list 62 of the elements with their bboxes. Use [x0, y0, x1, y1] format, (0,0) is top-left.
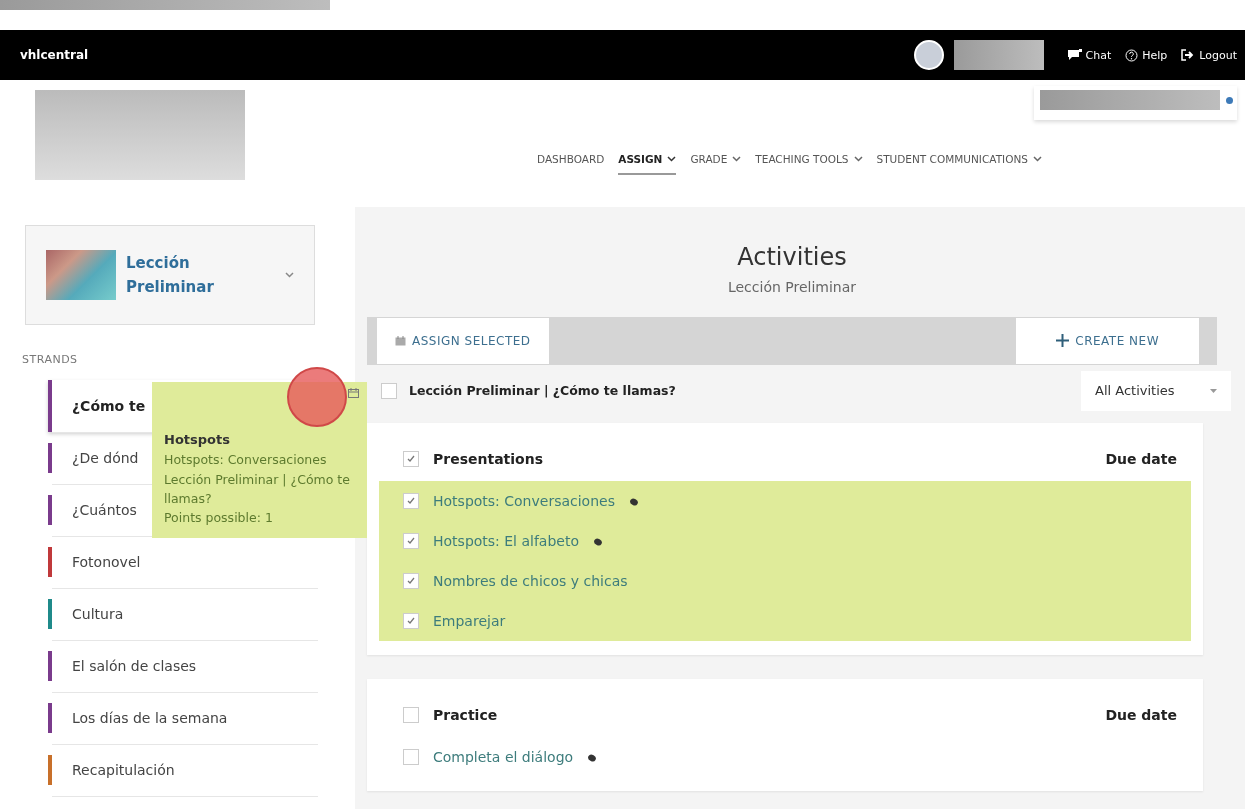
- plus-icon: [1056, 334, 1070, 348]
- logout-icon: [1181, 49, 1196, 61]
- activity-filter-dropdown[interactable]: All Activities: [1081, 370, 1231, 411]
- checkbox[interactable]: [403, 533, 419, 549]
- strand-item[interactable]: Recapitulación: [48, 744, 318, 796]
- chevron-down-icon: [285, 272, 294, 278]
- top-link[interactable]: Chat: [1065, 48, 1114, 62]
- calendar-icon: [395, 335, 406, 346]
- activity-link[interactable]: Completa el diálogo: [433, 749, 574, 765]
- column-header: Due date: [1105, 707, 1177, 723]
- lesson-picker[interactable]: Lección Preliminar: [25, 225, 315, 325]
- checkbox[interactable]: [403, 707, 419, 723]
- nav-tab[interactable]: TEACHING TOOLS: [755, 145, 863, 175]
- activity-row[interactable]: Hotspots: El alfabeto: [379, 521, 1191, 561]
- strand-item[interactable]: Cultura: [48, 588, 318, 640]
- calendar-icon: [348, 388, 359, 398]
- page-subtitle: Lección Preliminar: [726, 279, 858, 295]
- nav-tab[interactable]: DASHBOARD: [537, 145, 605, 175]
- section-title: Practice: [433, 707, 499, 723]
- activity-link[interactable]: Emparejar: [433, 613, 506, 629]
- activity-row[interactable]: Emparejar: [379, 601, 1191, 641]
- nav-tab[interactable]: ASSIGN: [618, 145, 677, 175]
- brand-name: vhlcentral: [20, 48, 90, 62]
- assign-selected-button[interactable]: ASSIGN SELECTED: [377, 317, 549, 364]
- strand-item[interactable]: El salón de clases: [48, 640, 318, 692]
- help-icon: [1125, 48, 1139, 62]
- checkmark-icon: [407, 455, 415, 463]
- activity-row[interactable]: Completa el diálogo: [379, 737, 1191, 777]
- checkbox[interactable]: [403, 493, 419, 509]
- activity-link[interactable]: Hotspots: Conversaciones: [433, 493, 615, 509]
- activity-row[interactable]: Hotspots: Conversaciones: [379, 481, 1191, 521]
- checkbox[interactable]: [403, 749, 419, 765]
- checkmark-icon: [407, 497, 415, 505]
- create-new-button[interactable]: CREATE NEW: [1016, 317, 1199, 364]
- activity-link[interactable]: Hotspots: El alfabeto: [433, 533, 579, 549]
- nav-tab[interactable]: STUDENT COMMUNICATIONS: [876, 145, 1042, 175]
- top-link[interactable]: Logout: [1179, 48, 1239, 62]
- checkbox[interactable]: [403, 451, 419, 467]
- top-link[interactable]: Help: [1123, 48, 1170, 62]
- section-title: Presentations: [433, 451, 544, 467]
- checkbox[interactable]: [403, 613, 419, 629]
- click-indicator: [287, 367, 347, 427]
- avatar[interactable]: [913, 40, 944, 70]
- breadcrumb: Lección Preliminar | ¿Cómo te llamas?: [409, 383, 677, 399]
- checkbox[interactable]: [403, 573, 419, 589]
- column-header: Due date: [1105, 451, 1177, 467]
- checkbox[interactable]: [381, 382, 397, 399]
- nav-tab[interactable]: GRADE: [690, 145, 742, 175]
- activity-link[interactable]: Nombres de chicos y chicas: [433, 573, 628, 589]
- tooltip-title: Hotspots: [164, 431, 231, 449]
- chat-icon: [1067, 49, 1082, 61]
- account-selector[interactable]: [1034, 86, 1237, 120]
- photo-placeholder: [46, 250, 116, 300]
- section-heading: STRANDS: [22, 353, 79, 366]
- checkmark-icon: [407, 577, 415, 585]
- activity-row[interactable]: Nombres de chicos y chicas: [379, 561, 1191, 601]
- page-title: Activities: [736, 243, 848, 271]
- checkmark-icon: [407, 617, 415, 625]
- tooltip-text: Points possible: 1: [164, 509, 274, 528]
- caret-icon: [1210, 388, 1217, 393]
- strand-item[interactable]: Los días de la semana: [48, 692, 318, 744]
- checkmark-icon: [407, 537, 415, 545]
